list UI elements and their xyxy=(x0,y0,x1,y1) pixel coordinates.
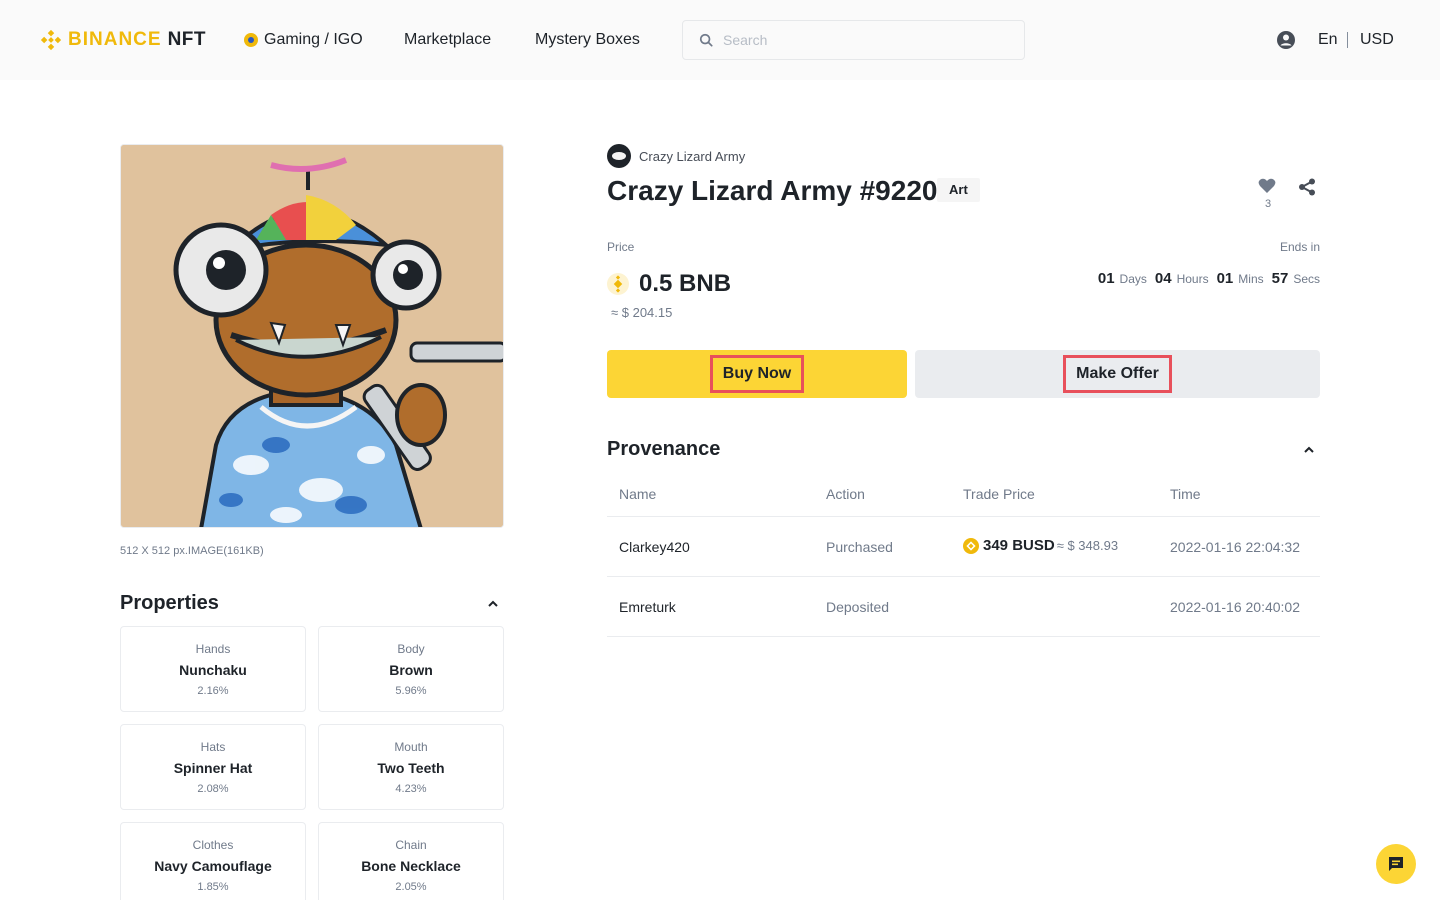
property-type: Chain xyxy=(395,838,427,852)
table-row: Emreturk Deposited 2022-01-16 20:40:02 xyxy=(607,577,1320,637)
logo-suffix: NFT xyxy=(167,29,206,50)
nft-title: Crazy Lizard Army #9220 xyxy=(607,175,938,206)
nav-mystery-boxes[interactable]: Mystery Boxes xyxy=(535,29,640,51)
chat-icon xyxy=(1389,857,1403,871)
gaming-icon xyxy=(244,33,258,47)
image-meta: 512 X 512 px.IMAGE(161KB) xyxy=(120,545,264,557)
row-time: 2022-01-16 22:04:32 xyxy=(1170,539,1300,555)
lizard-artwork-image xyxy=(121,145,503,527)
language-selector[interactable]: En xyxy=(1318,30,1338,50)
column-header-action: Action xyxy=(826,486,865,502)
provenance-title: Provenance xyxy=(607,438,721,460)
countdown-mins: 01 xyxy=(1216,270,1234,287)
bnb-coin-icon xyxy=(607,273,629,295)
nft-artwork[interactable] xyxy=(120,144,504,528)
property-type: Hats xyxy=(200,740,226,754)
category-tag: Art xyxy=(937,178,980,202)
top-header: BINANCE NFT Gaming / IGO Marketplace Mys… xyxy=(0,0,1440,80)
currency-selector[interactable]: USD xyxy=(1360,30,1394,50)
make-offer-label: Make Offer xyxy=(1063,355,1172,393)
property-rarity: 2.05% xyxy=(395,881,427,893)
property-card-hats: Hats Spinner Hat 2.08% xyxy=(120,724,306,810)
table-row: Clarkey420 Purchased 349 BUSD ≈ $ 348.93… xyxy=(607,517,1320,577)
property-rarity: 4.23% xyxy=(395,783,427,795)
property-type: Hands xyxy=(195,642,231,656)
countdown-secs-label: Secs xyxy=(1293,272,1320,286)
property-card-hands: Hands Nunchaku 2.16% xyxy=(120,626,306,712)
chat-support-button[interactable] xyxy=(1376,844,1416,884)
property-value: Brown xyxy=(389,662,433,678)
property-value: Spinner Hat xyxy=(173,760,253,776)
likes-count: 3 xyxy=(1264,198,1272,210)
property-card-body: Body Brown 5.96% xyxy=(318,626,504,712)
properties-title: Properties xyxy=(120,592,219,614)
property-rarity: 5.96% xyxy=(395,685,427,697)
collection-avatar xyxy=(607,144,631,168)
countdown-secs: 57 xyxy=(1271,270,1289,287)
heart-icon[interactable] xyxy=(1258,178,1276,194)
property-type: Body xyxy=(397,642,425,656)
property-type: Mouth xyxy=(394,740,428,754)
row-action: Purchased xyxy=(826,539,893,555)
nav-gaming-igo[interactable]: Gaming / IGO xyxy=(244,29,363,51)
buy-now-label: Buy Now xyxy=(709,355,805,393)
buy-now-button[interactable]: Buy Now xyxy=(607,350,907,398)
make-offer-button[interactable]: Make Offer xyxy=(915,350,1320,398)
binance-logo-icon xyxy=(40,29,62,51)
chevron-up-icon[interactable] xyxy=(486,597,500,611)
column-header-time: Time xyxy=(1170,486,1201,502)
row-trade-price: 349 BUSD ≈ $ 348.93 xyxy=(963,537,1118,554)
price-value: 0.5 BNB xyxy=(639,270,732,297)
share-icon[interactable] xyxy=(1298,178,1316,196)
trade-amount: 349 BUSD xyxy=(983,537,1055,554)
busd-coin-icon xyxy=(963,537,979,554)
price-label: Price xyxy=(607,240,635,254)
provenance-table: Name Action Trade Price Time Clarkey420 … xyxy=(607,472,1320,637)
countdown-days-label: Days xyxy=(1119,272,1147,286)
column-header-trade-price: Trade Price xyxy=(963,486,1035,502)
property-type: Clothes xyxy=(192,838,234,852)
row-action: Deposited xyxy=(826,599,890,615)
column-header-name: Name xyxy=(619,486,657,502)
trade-usd: ≈ $ 348.93 xyxy=(1056,538,1119,553)
collection-link[interactable]: Crazy Lizard Army xyxy=(607,144,745,168)
property-card-chain: Chain Bone Necklace 2.05% xyxy=(318,822,504,900)
property-value: Nunchaku xyxy=(179,662,247,678)
countdown-mins-label: Mins xyxy=(1238,272,1264,286)
auction-countdown: 01 Days 04 Hours 01 Mins 57 Secs xyxy=(1098,270,1320,287)
property-card-mouth: Mouth Two Teeth 4.23% xyxy=(318,724,504,810)
countdown-hours-label: Hours xyxy=(1176,272,1209,286)
property-rarity: 1.85% xyxy=(197,881,229,893)
property-value: Bone Necklace xyxy=(361,858,461,874)
user-account-icon[interactable] xyxy=(1276,30,1296,50)
nav-gaming-label: Gaming / IGO xyxy=(264,31,363,48)
table-header: Name Action Trade Price Time xyxy=(607,472,1320,517)
search-icon xyxy=(699,33,713,47)
logo-text: BINANCE xyxy=(68,29,162,50)
property-card-clothes: Clothes Navy Camouflage 1.85% xyxy=(120,822,306,900)
countdown-days: 01 xyxy=(1097,270,1115,287)
header-divider xyxy=(1347,32,1348,48)
nav-marketplace[interactable]: Marketplace xyxy=(404,29,491,51)
row-name[interactable]: Emreturk xyxy=(619,599,676,615)
collection-name: Crazy Lizard Army xyxy=(639,148,746,164)
price-usd: ≈ $ 204.15 xyxy=(611,305,673,320)
search-box[interactable] xyxy=(682,20,1025,60)
property-rarity: 2.08% xyxy=(197,783,229,795)
property-rarity: 2.16% xyxy=(197,685,229,697)
row-time: 2022-01-16 20:40:02 xyxy=(1170,599,1300,615)
chevron-up-icon[interactable] xyxy=(1302,443,1316,457)
countdown-hours: 04 xyxy=(1154,270,1172,287)
property-value: Navy Camouflage xyxy=(154,858,272,874)
search-input[interactable] xyxy=(723,32,1003,48)
ends-in-label: Ends in xyxy=(1279,240,1320,254)
binance-nft-logo[interactable]: BINANCE NFT xyxy=(40,28,206,52)
row-name[interactable]: Clarkey420 xyxy=(619,539,690,555)
property-value: Two Teeth xyxy=(377,760,445,776)
